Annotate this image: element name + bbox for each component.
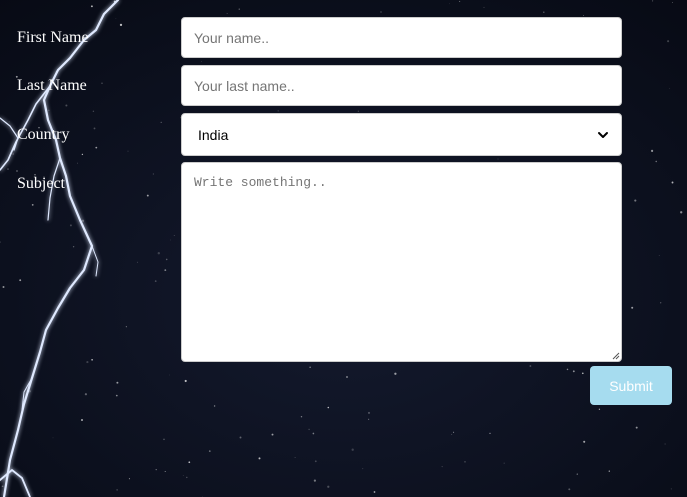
first-name-input[interactable]: [181, 17, 622, 58]
last-name-label: Last Name: [17, 77, 87, 94]
subject-label: Subject: [17, 175, 65, 192]
first-name-label: First Name: [17, 29, 89, 46]
country-select[interactable]: India: [181, 113, 622, 156]
chevron-down-icon: [598, 131, 608, 138]
country-label: Country: [17, 126, 70, 143]
last-name-input[interactable]: [181, 65, 622, 106]
country-selected-value: India: [198, 126, 229, 143]
submit-button[interactable]: Submit: [590, 366, 672, 405]
subject-textarea[interactable]: [181, 162, 622, 362]
